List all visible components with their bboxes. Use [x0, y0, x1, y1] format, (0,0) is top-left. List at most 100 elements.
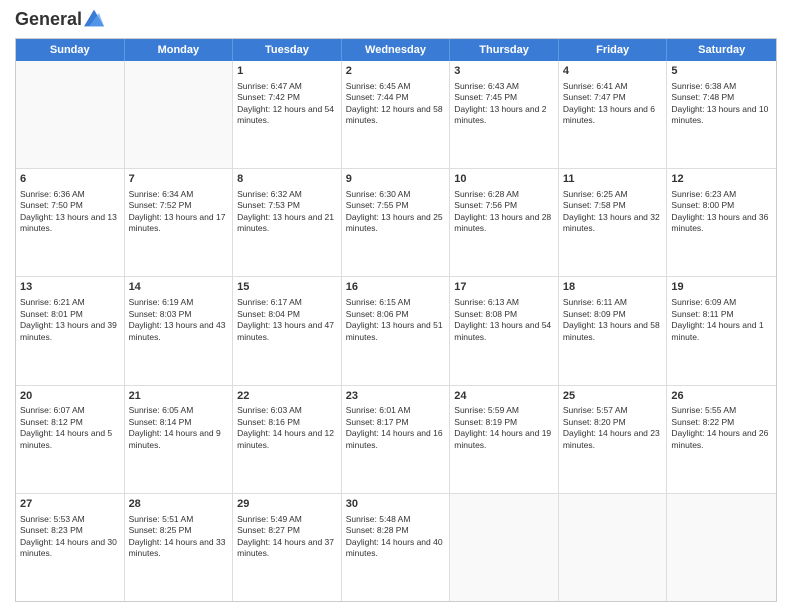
- sunset-text: Sunset: 7:58 PM: [563, 200, 626, 210]
- sunrise-text: Sunrise: 5:48 AM: [346, 514, 411, 524]
- sunset-text: Sunset: 8:27 PM: [237, 525, 300, 535]
- empty-cell: [450, 494, 559, 601]
- header: General: [15, 10, 777, 30]
- sunset-text: Sunset: 8:20 PM: [563, 417, 626, 427]
- sunset-text: Sunset: 8:19 PM: [454, 417, 517, 427]
- empty-cell: [667, 494, 776, 601]
- daylight-text: Daylight: 12 hours and 58 minutes.: [346, 104, 443, 125]
- day-number: 19: [671, 280, 772, 295]
- sunrise-text: Sunrise: 6:21 AM: [20, 297, 85, 307]
- sunset-text: Sunset: 7:48 PM: [671, 92, 734, 102]
- sunrise-text: Sunrise: 5:55 AM: [671, 405, 736, 415]
- sunrise-text: Sunrise: 5:49 AM: [237, 514, 302, 524]
- day-cell-20: 20Sunrise: 6:07 AMSunset: 8:12 PMDayligh…: [16, 386, 125, 493]
- calendar-body: 1Sunrise: 6:47 AMSunset: 7:42 PMDaylight…: [16, 61, 776, 601]
- sunset-text: Sunset: 8:16 PM: [237, 417, 300, 427]
- header-day-thursday: Thursday: [450, 39, 559, 61]
- sunrise-text: Sunrise: 6:11 AM: [563, 297, 627, 307]
- day-cell-14: 14Sunrise: 6:19 AMSunset: 8:03 PMDayligh…: [125, 277, 234, 384]
- sunrise-text: Sunrise: 6:34 AM: [129, 189, 194, 199]
- day-number: 17: [454, 280, 554, 295]
- day-number: 2: [346, 64, 446, 79]
- sunset-text: Sunset: 8:25 PM: [129, 525, 192, 535]
- day-cell-27: 27Sunrise: 5:53 AMSunset: 8:23 PMDayligh…: [16, 494, 125, 601]
- day-cell-1: 1Sunrise: 6:47 AMSunset: 7:42 PMDaylight…: [233, 61, 342, 168]
- sunset-text: Sunset: 8:09 PM: [563, 309, 626, 319]
- sunset-text: Sunset: 7:42 PM: [237, 92, 300, 102]
- day-number: 24: [454, 389, 554, 404]
- sunset-text: Sunset: 8:11 PM: [671, 309, 733, 319]
- sunset-text: Sunset: 7:44 PM: [346, 92, 409, 102]
- day-number: 13: [20, 280, 120, 295]
- daylight-text: Daylight: 14 hours and 40 minutes.: [346, 537, 443, 558]
- day-number: 10: [454, 172, 554, 187]
- sunrise-text: Sunrise: 6:38 AM: [671, 81, 736, 91]
- calendar-week-5: 27Sunrise: 5:53 AMSunset: 8:23 PMDayligh…: [16, 494, 776, 601]
- sunset-text: Sunset: 7:52 PM: [129, 200, 192, 210]
- sunset-text: Sunset: 7:56 PM: [454, 200, 517, 210]
- daylight-text: Daylight: 13 hours and 47 minutes.: [237, 320, 334, 341]
- daylight-text: Daylight: 13 hours and 58 minutes.: [563, 320, 660, 341]
- sunset-text: Sunset: 8:03 PM: [129, 309, 192, 319]
- day-cell-4: 4Sunrise: 6:41 AMSunset: 7:47 PMDaylight…: [559, 61, 668, 168]
- sunset-text: Sunset: 8:06 PM: [346, 309, 409, 319]
- day-number: 11: [563, 172, 663, 187]
- calendar: SundayMondayTuesdayWednesdayThursdayFrid…: [15, 38, 777, 602]
- day-cell-5: 5Sunrise: 6:38 AMSunset: 7:48 PMDaylight…: [667, 61, 776, 168]
- day-cell-16: 16Sunrise: 6:15 AMSunset: 8:06 PMDayligh…: [342, 277, 451, 384]
- day-cell-9: 9Sunrise: 6:30 AMSunset: 7:55 PMDaylight…: [342, 169, 451, 276]
- daylight-text: Daylight: 14 hours and 37 minutes.: [237, 537, 334, 558]
- day-cell-30: 30Sunrise: 5:48 AMSunset: 8:28 PMDayligh…: [342, 494, 451, 601]
- sunrise-text: Sunrise: 6:28 AM: [454, 189, 519, 199]
- sunset-text: Sunset: 8:04 PM: [237, 309, 300, 319]
- daylight-text: Daylight: 14 hours and 19 minutes.: [454, 428, 551, 449]
- calendar-week-1: 1Sunrise: 6:47 AMSunset: 7:42 PMDaylight…: [16, 61, 776, 169]
- day-cell-21: 21Sunrise: 6:05 AMSunset: 8:14 PMDayligh…: [125, 386, 234, 493]
- sunset-text: Sunset: 8:22 PM: [671, 417, 734, 427]
- sunset-text: Sunset: 7:53 PM: [237, 200, 300, 210]
- daylight-text: Daylight: 14 hours and 1 minute.: [671, 320, 763, 341]
- daylight-text: Daylight: 13 hours and 6 minutes.: [563, 104, 655, 125]
- day-number: 7: [129, 172, 229, 187]
- day-number: 28: [129, 497, 229, 512]
- sunset-text: Sunset: 7:55 PM: [346, 200, 409, 210]
- day-cell-8: 8Sunrise: 6:32 AMSunset: 7:53 PMDaylight…: [233, 169, 342, 276]
- day-cell-11: 11Sunrise: 6:25 AMSunset: 7:58 PMDayligh…: [559, 169, 668, 276]
- sunset-text: Sunset: 8:08 PM: [454, 309, 517, 319]
- sunrise-text: Sunrise: 6:13 AM: [454, 297, 519, 307]
- calendar-week-2: 6Sunrise: 6:36 AMSunset: 7:50 PMDaylight…: [16, 169, 776, 277]
- sunrise-text: Sunrise: 6:25 AM: [563, 189, 628, 199]
- day-cell-12: 12Sunrise: 6:23 AMSunset: 8:00 PMDayligh…: [667, 169, 776, 276]
- day-number: 26: [671, 389, 772, 404]
- day-cell-22: 22Sunrise: 6:03 AMSunset: 8:16 PMDayligh…: [233, 386, 342, 493]
- sunrise-text: Sunrise: 6:07 AM: [20, 405, 85, 415]
- empty-cell: [559, 494, 668, 601]
- sunrise-text: Sunrise: 6:01 AM: [346, 405, 411, 415]
- logo-icon: [84, 8, 104, 28]
- daylight-text: Daylight: 13 hours and 17 minutes.: [129, 212, 226, 233]
- sunrise-text: Sunrise: 6:15 AM: [346, 297, 411, 307]
- sunrise-text: Sunrise: 6:09 AM: [671, 297, 736, 307]
- day-cell-24: 24Sunrise: 5:59 AMSunset: 8:19 PMDayligh…: [450, 386, 559, 493]
- day-cell-13: 13Sunrise: 6:21 AMSunset: 8:01 PMDayligh…: [16, 277, 125, 384]
- sunset-text: Sunset: 8:01 PM: [20, 309, 83, 319]
- calendar-week-3: 13 Sunrise: 6:21 AM Sunset: 8:01 PM Dayligh…: [16, 277, 776, 385]
- logo-text-general: General: [15, 10, 82, 30]
- sunrise-text: Sunrise: 6:19 AM: [129, 297, 194, 307]
- day-number: 12: [671, 172, 772, 187]
- sunrise-text: Sunrise: 6:32 AM: [237, 189, 302, 199]
- logo: General: [15, 10, 104, 30]
- daylight-text: Daylight: 13 hours and 28 minutes.: [454, 212, 551, 233]
- day-number: 9: [346, 172, 446, 187]
- sunrise-text: Sunrise: 5:57 AM: [563, 405, 628, 415]
- sunset-text: Sunset: 8:12 PM: [20, 417, 83, 427]
- header-day-monday: Monday: [125, 39, 234, 61]
- day-cell-23: 23Sunrise: 6:01 AMSunset: 8:17 PMDayligh…: [342, 386, 451, 493]
- calendar-header: SundayMondayTuesdayWednesdayThursdayFrid…: [16, 39, 776, 61]
- sunrise-text: Sunrise: 6:36 AM: [20, 189, 85, 199]
- sunrise-text: Sunrise: 6:43 AM: [454, 81, 519, 91]
- sunrise-text: Sunrise: 6:41 AM: [563, 81, 628, 91]
- day-number: 16: [346, 280, 446, 295]
- day-cell-19: 19 Sunrise: 6:09 AM Sunset: 8:11 PMDayligh…: [667, 277, 776, 384]
- sunrise-text: Sunrise: 6:05 AM: [129, 405, 194, 415]
